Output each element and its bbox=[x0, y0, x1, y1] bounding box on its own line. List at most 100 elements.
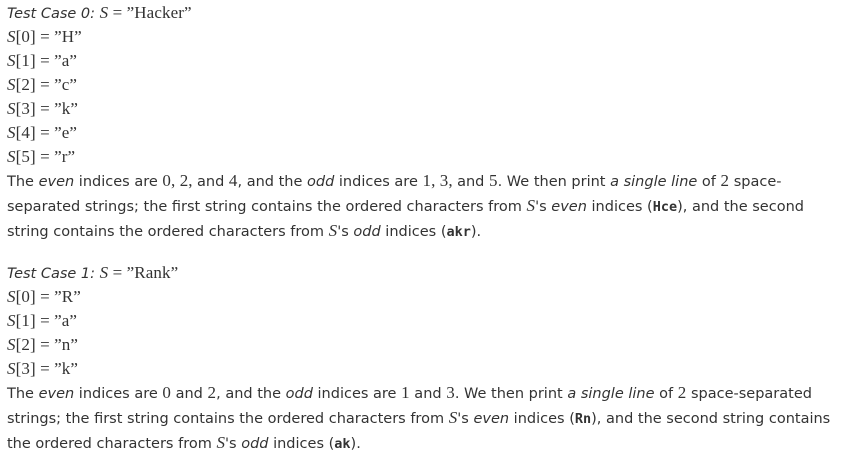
text: The bbox=[7, 386, 39, 402]
character-value: ”R” bbox=[54, 287, 81, 306]
string-variable: S bbox=[7, 99, 16, 118]
text: indices are bbox=[74, 174, 163, 190]
text: ). bbox=[470, 224, 482, 240]
character-value: ”r” bbox=[54, 147, 76, 166]
text: 's bbox=[225, 436, 242, 452]
emphasis-single-line: a single line bbox=[610, 174, 698, 190]
index-row-1: S[1] = ”a” bbox=[7, 309, 841, 333]
text: . We then print bbox=[497, 174, 611, 190]
emphasis-odd: odd bbox=[307, 174, 335, 190]
emphasis-odd: odd bbox=[285, 386, 313, 402]
text: ). bbox=[350, 436, 361, 452]
text: indices ( bbox=[380, 224, 447, 240]
string-variable: S bbox=[7, 123, 16, 142]
text: The bbox=[7, 174, 39, 190]
text: indices are bbox=[334, 174, 423, 190]
equals-sign: = bbox=[35, 359, 55, 378]
index: [3] bbox=[15, 359, 36, 378]
index-row-2: S[2] = ”n” bbox=[7, 333, 841, 357]
test-case-1-heading: Test Case 1: S = ”Rank” bbox=[7, 261, 841, 285]
character-value: ”n” bbox=[54, 335, 79, 354]
text: indices are bbox=[74, 386, 163, 402]
text: 's bbox=[457, 411, 474, 427]
string-variable: S bbox=[7, 359, 16, 378]
text: , and the bbox=[237, 174, 308, 190]
string-variable: S bbox=[216, 433, 226, 452]
string-variable: S bbox=[7, 51, 16, 70]
string-variable: S bbox=[99, 263, 109, 282]
emphasis-odd: odd bbox=[353, 224, 381, 240]
text: , and the bbox=[216, 386, 286, 402]
text: indices are bbox=[312, 386, 402, 402]
index: [0] bbox=[15, 27, 36, 46]
test-case-label: Test Case 1: bbox=[7, 266, 100, 282]
index: [1] bbox=[15, 311, 36, 330]
even-index-b: 2 bbox=[207, 383, 217, 402]
even-index-last: 4 bbox=[228, 171, 238, 190]
test-case-1: Test Case 1: S = ”Rank” S[0] = ”R” S[1] … bbox=[7, 261, 841, 456]
index: [4] bbox=[15, 123, 36, 142]
character-value: ”a” bbox=[54, 51, 78, 70]
test-case-1-explanation: The even indices are 0 and 2, and the od… bbox=[7, 381, 837, 456]
emphasis-even: even bbox=[473, 411, 510, 427]
character-value: ”H” bbox=[54, 27, 82, 46]
string-count: 2 bbox=[720, 171, 730, 190]
index-row-0: S[0] = ”R” bbox=[7, 285, 841, 309]
index-row-5: S[5] = ”r” bbox=[7, 145, 841, 169]
emphasis-even: even bbox=[551, 199, 587, 215]
equals-sign: = bbox=[35, 99, 55, 118]
emphasis-even: even bbox=[38, 386, 75, 402]
string-variable: S bbox=[7, 287, 16, 306]
index-row-3: S[3] = ”k” bbox=[7, 97, 841, 121]
odd-index-last: 5 bbox=[488, 171, 498, 190]
character-value: ”k” bbox=[54, 359, 79, 378]
index-row-3: S[3] = ”k” bbox=[7, 357, 841, 381]
test-case-0-explanation: The even indices are 0, 2, and 4, and th… bbox=[7, 169, 837, 244]
equals-sign: = bbox=[35, 311, 55, 330]
index: [0] bbox=[15, 287, 36, 306]
index: [5] bbox=[15, 147, 36, 166]
text: 's bbox=[535, 199, 552, 215]
odd-index-b: 3 bbox=[446, 383, 455, 402]
text: of bbox=[697, 174, 721, 190]
problem-explanation: Test Case 0: S = ”Hacker” S[0] = ”H” S[1… bbox=[0, 0, 841, 456]
even-result-code: Hce bbox=[652, 199, 678, 215]
odd-result-code: ak bbox=[334, 436, 351, 452]
string-variable: S bbox=[526, 196, 536, 215]
equals-sign: = bbox=[108, 263, 127, 282]
index-row-4: S[4] = ”e” bbox=[7, 121, 841, 145]
text: and bbox=[197, 174, 229, 190]
string-variable: S bbox=[328, 221, 338, 240]
equals-sign: = bbox=[35, 75, 55, 94]
text: indices ( bbox=[509, 411, 575, 427]
character-value: ”a” bbox=[54, 311, 78, 330]
string-value: ”Hacker” bbox=[126, 3, 192, 22]
test-case-label: Test Case 0: bbox=[7, 6, 100, 22]
equals-sign: = bbox=[35, 27, 55, 46]
equals-sign: = bbox=[35, 147, 55, 166]
odd-index-a: 1 bbox=[401, 383, 410, 402]
text: of bbox=[654, 386, 678, 402]
even-index-a: 0 bbox=[162, 383, 171, 402]
even-result-code: Rn bbox=[574, 411, 592, 427]
string-variable: S bbox=[7, 27, 16, 46]
text: and bbox=[457, 174, 489, 190]
test-case-0: Test Case 0: S = ”Hacker” S[0] = ”H” S[1… bbox=[7, 1, 841, 244]
odd-index-list: 1, 3, bbox=[422, 171, 458, 190]
equals-sign: = bbox=[108, 3, 127, 22]
index-row-2: S[2] = ”c” bbox=[7, 73, 841, 97]
string-variable: S bbox=[7, 311, 16, 330]
equals-sign: = bbox=[35, 123, 55, 142]
test-case-0-heading: Test Case 0: S = ”Hacker” bbox=[7, 1, 841, 25]
character-value: ”c” bbox=[54, 75, 78, 94]
text: indices ( bbox=[268, 436, 335, 452]
equals-sign: = bbox=[35, 335, 55, 354]
index: [2] bbox=[15, 335, 36, 354]
string-variable: S bbox=[7, 147, 16, 166]
string-variable: S bbox=[99, 3, 109, 22]
equals-sign: = bbox=[35, 51, 55, 70]
text: and bbox=[409, 386, 447, 402]
string-variable: S bbox=[448, 408, 458, 427]
index-row-0: S[0] = ”H” bbox=[7, 25, 841, 49]
index: [3] bbox=[15, 99, 36, 118]
